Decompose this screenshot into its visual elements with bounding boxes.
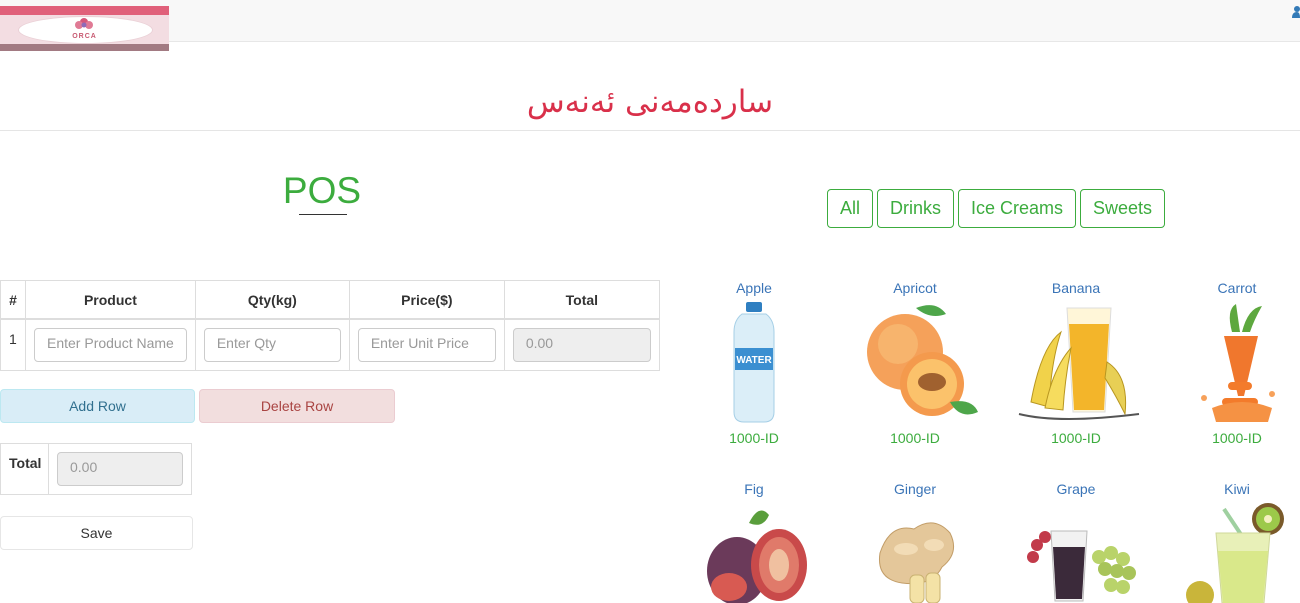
product-name: Ginger	[893, 481, 937, 497]
col-product-header: Product	[25, 280, 196, 320]
category-ice-creams-button[interactable]: Ice Creams	[958, 189, 1076, 228]
logo-flower-icon	[75, 18, 93, 29]
product-card-apricot[interactable]: Apricot 1000-ID	[835, 280, 995, 446]
product-card-ginger[interactable]: Ginger	[835, 481, 995, 603]
product-cell: Enter Product Name	[25, 318, 196, 371]
qty-cell: Enter Qty	[194, 318, 350, 371]
ginger-image	[878, 522, 955, 603]
product-card-apple[interactable]: Apple WATER 1000-ID	[674, 280, 834, 446]
apricot-image	[867, 305, 978, 416]
grand-total-field: 0.00	[57, 452, 183, 486]
product-card-kiwi[interactable]: Kiwi	[1157, 481, 1300, 603]
logo-text: ORCA	[72, 33, 97, 40]
grand-total-label: Total	[0, 443, 49, 495]
product-price: 1000-ID	[1051, 430, 1101, 446]
brand-logo[interactable]: ORCA	[0, 6, 169, 51]
product-name: Grape	[1056, 481, 1096, 497]
total-cell: 0.00	[503, 318, 660, 371]
product-card-carrot[interactable]: Carrot 1000-ID	[1157, 280, 1300, 446]
product-name-input[interactable]: Enter Product Name	[34, 328, 187, 362]
qty-input[interactable]: Enter Qty	[203, 328, 341, 362]
banana-juice-image	[1018, 307, 1140, 420]
unit-price-input[interactable]: Enter Unit Price	[357, 328, 496, 362]
col-number-header: #	[0, 280, 26, 320]
pos-order-table: # Product Qty(kg) Price($) Total 1 Enter…	[0, 280, 660, 371]
col-qty-header: Qty(kg)	[194, 280, 350, 320]
user-icon[interactable]	[1292, 6, 1300, 18]
category-sweets-button[interactable]: Sweets	[1080, 189, 1165, 228]
row-number-cell: 1	[0, 318, 26, 371]
delete-row-button[interactable]: Delete Row	[199, 389, 395, 423]
save-button[interactable]: Save	[0, 516, 193, 550]
product-card-fig[interactable]: Fig	[674, 481, 834, 603]
grand-total-table: Total 0.00	[0, 443, 192, 495]
price-cell: Enter Unit Price	[348, 318, 505, 371]
product-card-banana[interactable]: Banana 1000-ID	[996, 280, 1156, 446]
pos-title: POS	[282, 170, 362, 211]
product-name: Apple	[736, 280, 772, 296]
product-card-grape[interactable]: Grape	[996, 481, 1156, 603]
product-price: 1000-ID	[1212, 430, 1262, 446]
product-name: Kiwi	[1224, 481, 1250, 497]
row-number: 1	[9, 331, 17, 347]
category-drinks-button[interactable]: Drinks	[877, 189, 954, 228]
row-total-field: 0.00	[512, 328, 651, 362]
col-total-header: Total	[503, 280, 660, 320]
grape-juice-image	[1027, 530, 1136, 602]
category-all-button[interactable]: All	[827, 189, 873, 228]
product-name: Carrot	[1217, 280, 1257, 296]
col-price-header: Price($)	[348, 280, 505, 320]
store-title: ساردەمەنی ئەنەس	[526, 84, 774, 120]
product-price: 1000-ID	[890, 430, 940, 446]
product-price: 1000-ID	[729, 430, 779, 446]
header-divider	[0, 130, 1300, 131]
product-name: Banana	[1051, 280, 1101, 296]
table-row: 1 Enter Product Name Enter Qty Enter Uni…	[0, 318, 660, 371]
pos-title-underline	[299, 214, 347, 215]
product-name: Fig	[744, 481, 764, 497]
kiwi-juice-image	[1186, 503, 1284, 603]
product-name: Apricot	[893, 280, 937, 296]
carrot-juice-image	[1201, 304, 1275, 422]
water-bottle-image: WATER	[733, 302, 775, 423]
add-row-button[interactable]: Add Row	[0, 389, 195, 423]
grand-total-cell: 0.00	[48, 443, 192, 495]
top-navbar: ORCA	[0, 0, 1300, 51]
svg-text:WATER: WATER	[736, 355, 772, 366]
fig-image	[707, 510, 807, 603]
